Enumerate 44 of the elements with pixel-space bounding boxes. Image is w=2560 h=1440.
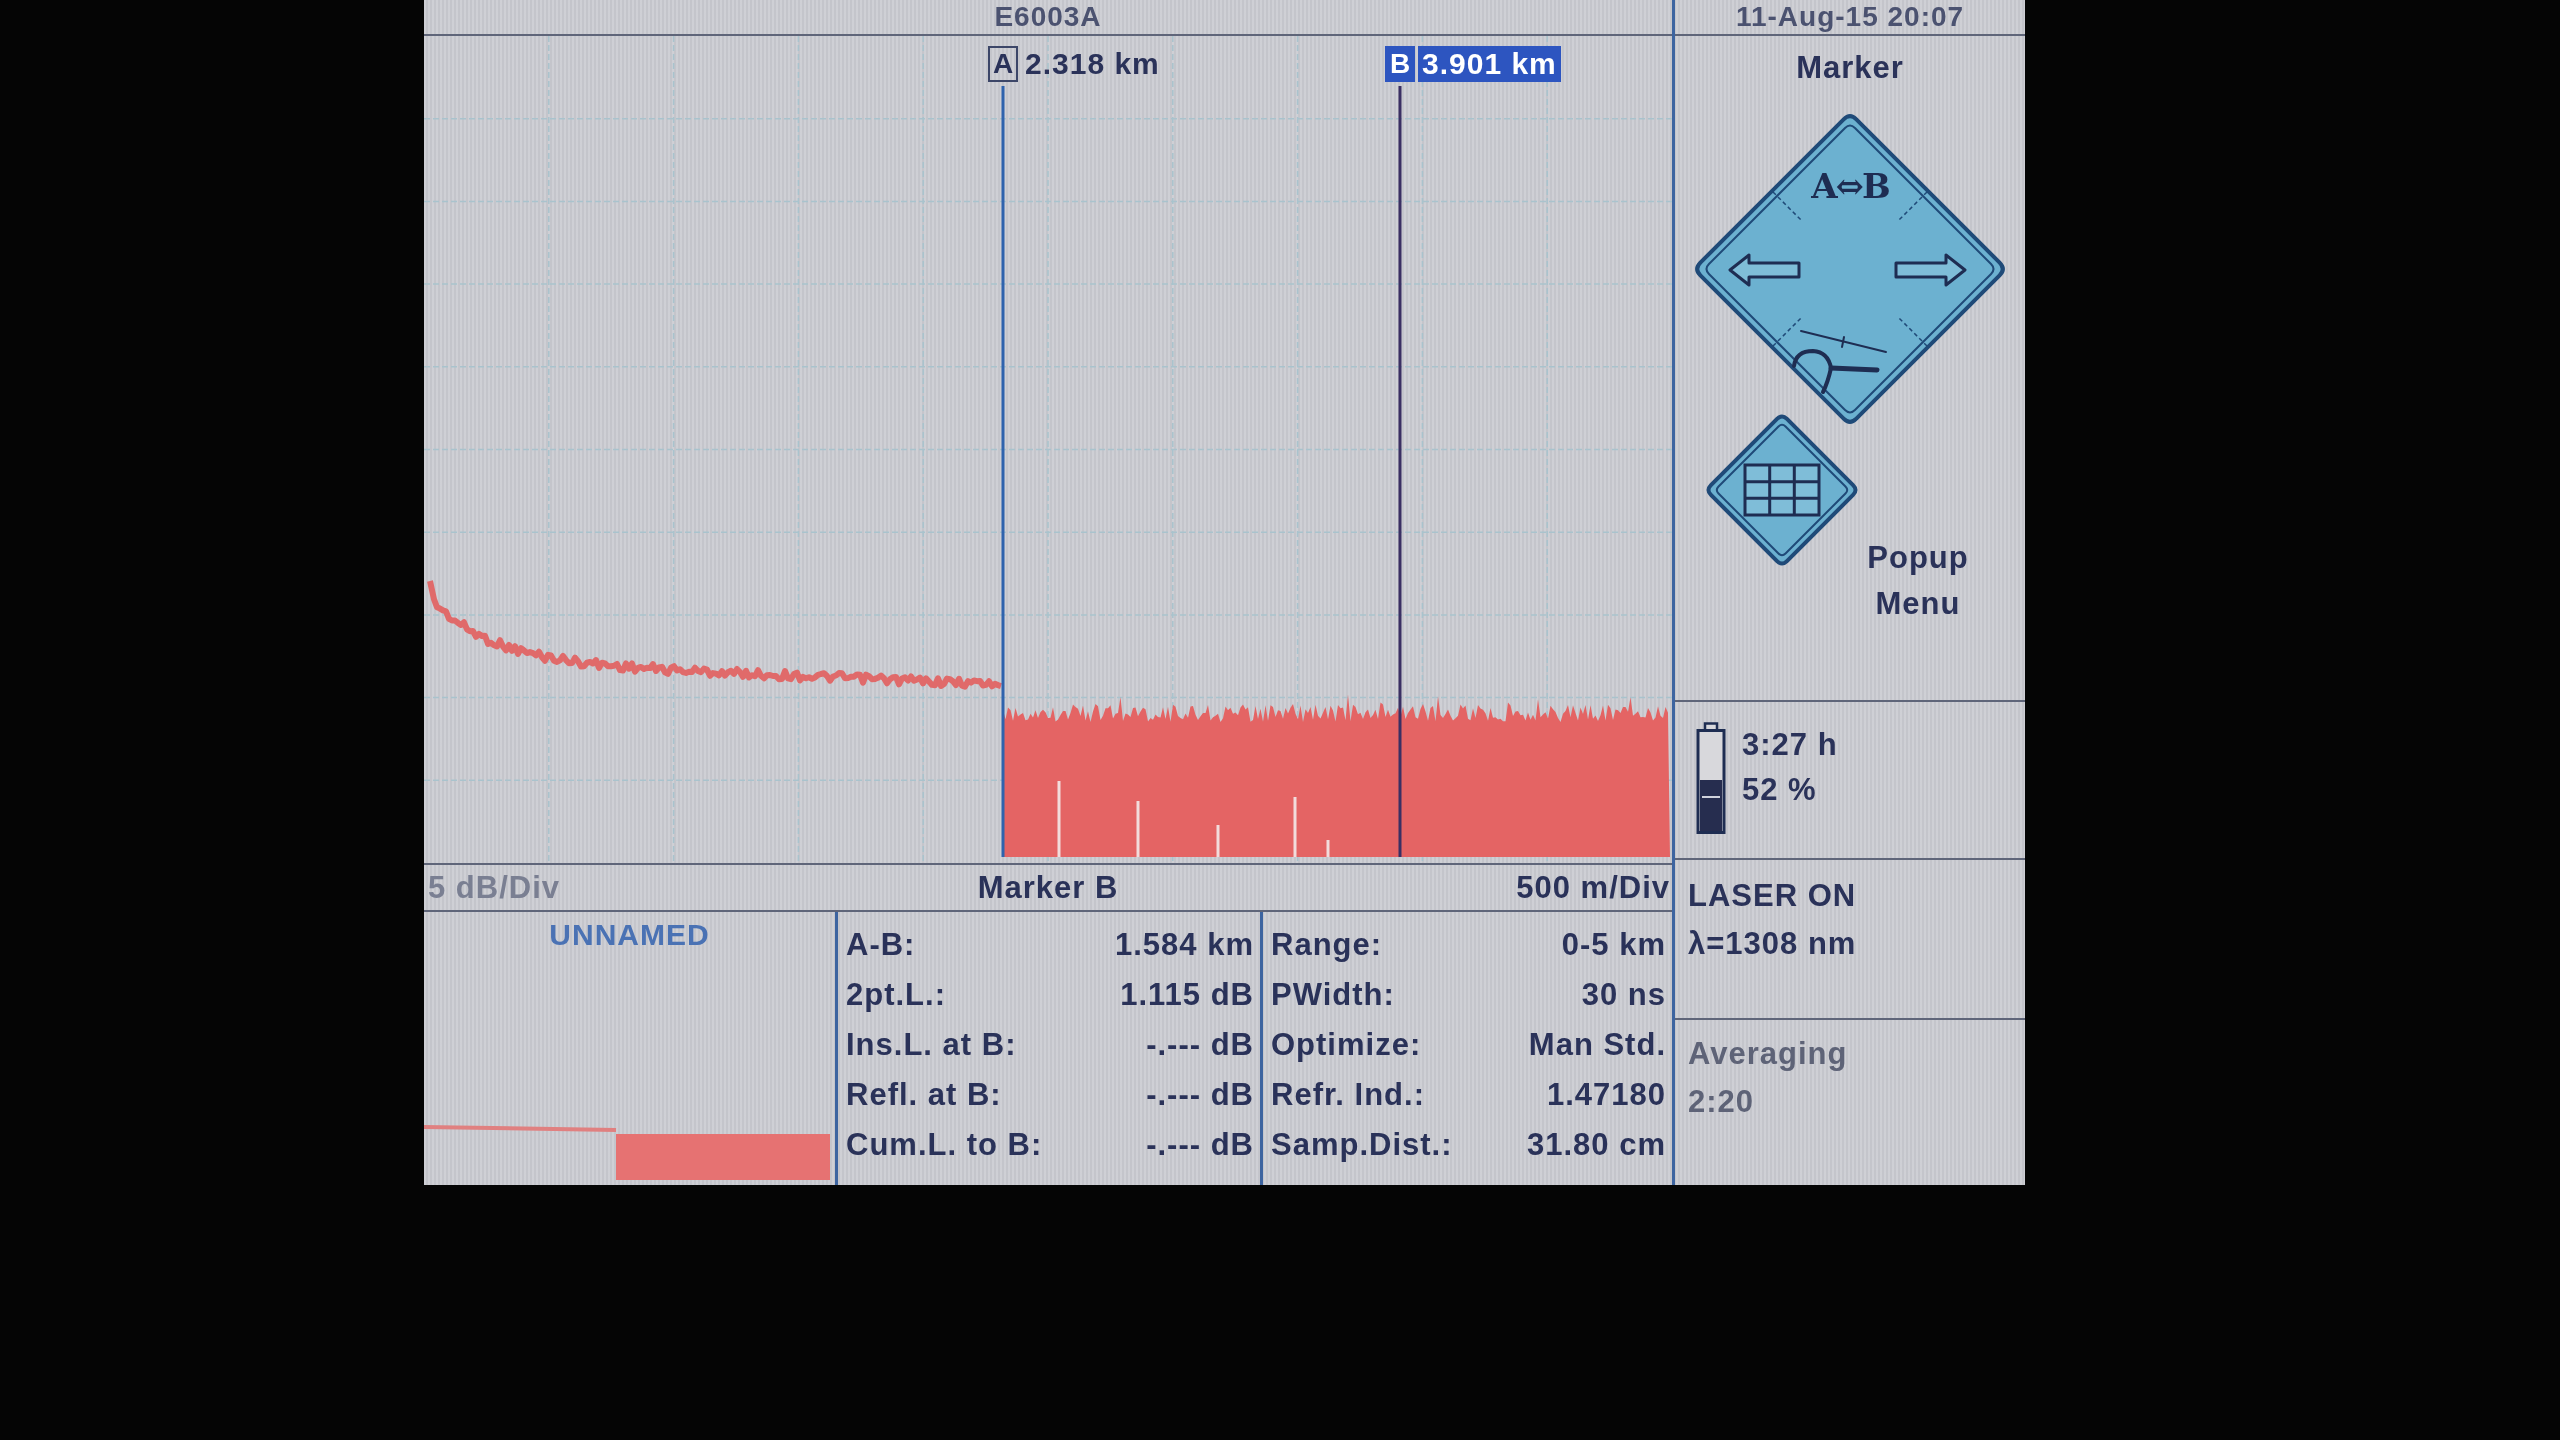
horizontal-scale-label: 500 m/Div — [1516, 869, 1671, 906]
setting-label: PWidth: — [1271, 976, 1396, 1014]
marker-distance: 3.901 km — [1418, 46, 1561, 82]
marker-distance: 2.318 km — [1024, 46, 1161, 82]
setting-value: 0-5 km — [1561, 926, 1666, 964]
right-arrow-icon[interactable] — [1894, 253, 1967, 287]
result-label: Cum.L. to B: — [846, 1126, 1043, 1164]
result-value: 1.115 dB — [1120, 976, 1254, 1014]
setting-value: 31.80 cm — [1527, 1126, 1666, 1164]
laser-wavelength: λ=1308 nm — [1688, 925, 1857, 963]
result-label: Ins.L. at B: — [846, 1026, 1018, 1064]
swap-markers-button[interactable]: A⇔B — [1811, 166, 1889, 206]
vertical-scale-label: 5 dB/Div — [427, 869, 561, 906]
trace-name: UNNAMED — [549, 918, 710, 952]
date-time: 11-Aug-15 20:07 — [1735, 1, 1965, 33]
model-title: E6003A — [994, 1, 1102, 33]
active-marker-label: Marker B — [977, 869, 1119, 906]
popup-menu-label: Popup Menu — [1866, 539, 1970, 623]
result-value: 1.584 km — [1115, 926, 1254, 964]
result-value: -.--- dB — [1146, 1126, 1254, 1164]
marker-tag: B — [1385, 46, 1415, 82]
battery-icon — [1696, 722, 1726, 834]
table-grid-icon — [1743, 463, 1821, 517]
panel-title: Marker — [1796, 50, 1904, 86]
setting-label: Optimize: — [1271, 1026, 1423, 1064]
averaging-time: 2:20 — [1688, 1083, 1756, 1121]
marker-tag: A — [988, 46, 1018, 82]
setting-label: Samp.Dist.: — [1271, 1126, 1453, 1164]
setting-label: Range: — [1271, 926, 1384, 964]
result-value: -.--- dB — [1146, 1076, 1254, 1114]
setting-value: Man Std. — [1528, 1026, 1666, 1064]
setting-label: Refr. Ind.: — [1271, 1076, 1426, 1114]
battery-charge: 52 % — [1742, 771, 1818, 809]
laser-status: LASER ON — [1688, 877, 1857, 915]
averaging-label: Averaging — [1688, 1035, 1848, 1073]
result-value: -.--- dB — [1146, 1026, 1254, 1064]
setting-value: 30 ns — [1581, 976, 1666, 1014]
result-label: 2pt.L.: — [846, 976, 947, 1014]
setting-value: 1.47180 — [1546, 1076, 1666, 1114]
dial-icon[interactable] — [1792, 330, 1887, 394]
result-label: Refl. at B: — [846, 1076, 1003, 1114]
result-label: A-B: — [846, 926, 917, 964]
battery-time-left: 3:27 h — [1742, 726, 1838, 764]
left-arrow-icon[interactable] — [1728, 253, 1801, 287]
